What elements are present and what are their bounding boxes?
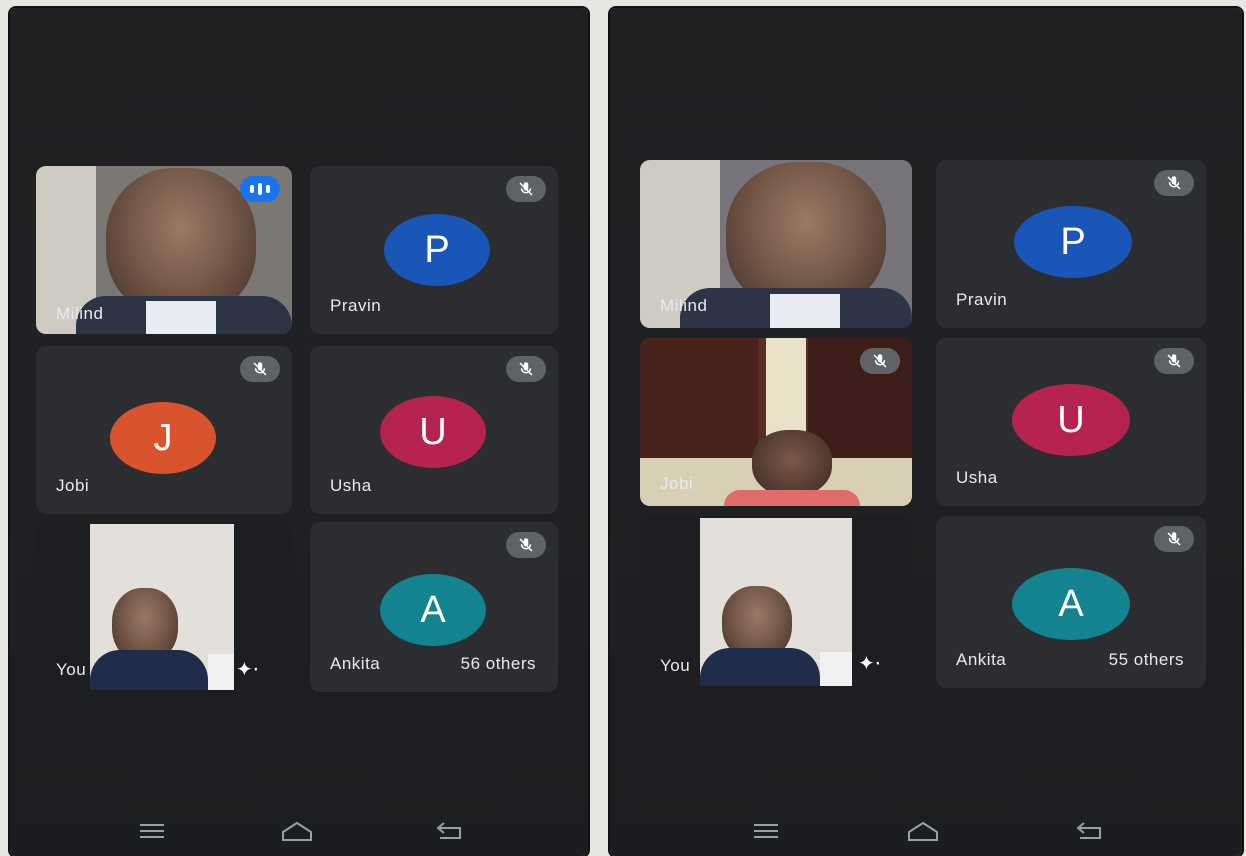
participant-video-face: [752, 430, 832, 496]
participant-tile-usha[interactable]: U Usha: [310, 346, 558, 514]
system-nav-bar: [10, 818, 588, 846]
participant-tile-jobi[interactable]: J Jobi: [36, 346, 292, 514]
video-bookshelf-left: [640, 338, 758, 458]
participant-tile-ankita[interactable]: A Ankita 55 others: [936, 516, 1206, 688]
participant-name: Milind: [56, 304, 104, 323]
avatar-initial: A: [1012, 568, 1130, 640]
phone-screen-left: Milind P Pravin J Jobi U Usha You ✦⋅ A A…: [10, 8, 588, 856]
participant-name: Milind: [660, 296, 708, 315]
mic-off-icon: [506, 356, 546, 382]
mic-off-icon: [860, 348, 900, 374]
back-nav-icon[interactable]: [434, 820, 464, 842]
participant-tile-ankita[interactable]: A Ankita 56 others: [310, 522, 558, 692]
speaking-indicator-icon: [240, 176, 280, 202]
avatar-initial: U: [380, 396, 486, 468]
self-video-feed: [90, 524, 234, 690]
participant-tile-milind[interactable]: Milind: [640, 160, 912, 328]
avatar-initial: U: [1012, 384, 1130, 456]
self-video-background: [208, 654, 234, 690]
participant-name: Jobi: [660, 474, 694, 493]
self-video-background: [820, 652, 852, 686]
participant-tile-usha[interactable]: U Usha: [936, 338, 1206, 506]
mic-off-icon: [506, 176, 546, 202]
participant-tile-milind[interactable]: Milind: [36, 166, 292, 334]
participant-tile-pravin[interactable]: P Pravin: [310, 166, 558, 334]
avatar-initial: A: [380, 574, 486, 646]
avatar-initial: P: [384, 214, 490, 286]
participant-name: Usha: [956, 468, 998, 487]
participant-name: Jobi: [56, 476, 90, 495]
others-count[interactable]: 56 others: [461, 654, 536, 674]
participant-tile-pravin[interactable]: P Pravin: [936, 160, 1206, 328]
self-video-suit: [90, 650, 208, 690]
others-count[interactable]: 55 others: [1109, 650, 1184, 670]
home-nav-icon[interactable]: [280, 820, 314, 842]
participant-tile-self[interactable]: You ✦⋅: [640, 516, 912, 688]
participant-video-shirt: [724, 490, 860, 506]
self-video-feed: [700, 518, 852, 686]
avatar-initial: J: [110, 402, 216, 474]
participant-name: You: [660, 656, 691, 675]
visual-effects-icon[interactable]: ✦⋅: [236, 657, 259, 682]
participant-name: You: [56, 660, 87, 679]
avatar-initial: P: [1014, 206, 1132, 278]
mic-off-icon: [1154, 170, 1194, 196]
menu-nav-icon[interactable]: [138, 820, 166, 842]
mic-off-icon: [1154, 526, 1194, 552]
mic-off-icon: [240, 356, 280, 382]
self-video-suit: [700, 648, 820, 686]
mic-off-icon: [506, 532, 546, 558]
menu-nav-icon[interactable]: [752, 820, 780, 842]
participant-name: Pravin: [330, 296, 382, 315]
system-nav-bar: [610, 818, 1242, 846]
participant-video-shirt: [770, 294, 840, 328]
participant-video-shirt: [146, 301, 216, 334]
home-nav-icon[interactable]: [906, 820, 940, 842]
participant-name: Usha: [330, 476, 372, 495]
participant-name: Ankita: [330, 654, 381, 673]
mic-off-icon: [1154, 348, 1194, 374]
participant-tile-self[interactable]: You ✦⋅: [36, 522, 292, 692]
visual-effects-icon[interactable]: ✦⋅: [858, 651, 881, 676]
participant-tile-jobi[interactable]: Jobi: [640, 338, 912, 506]
participant-name: Pravin: [956, 290, 1008, 309]
back-nav-icon[interactable]: [1074, 820, 1104, 842]
phone-screen-right: Milind P Pravin Jobi U Usha You ✦⋅ A Ank…: [610, 8, 1242, 856]
participant-name: Ankita: [956, 650, 1007, 669]
